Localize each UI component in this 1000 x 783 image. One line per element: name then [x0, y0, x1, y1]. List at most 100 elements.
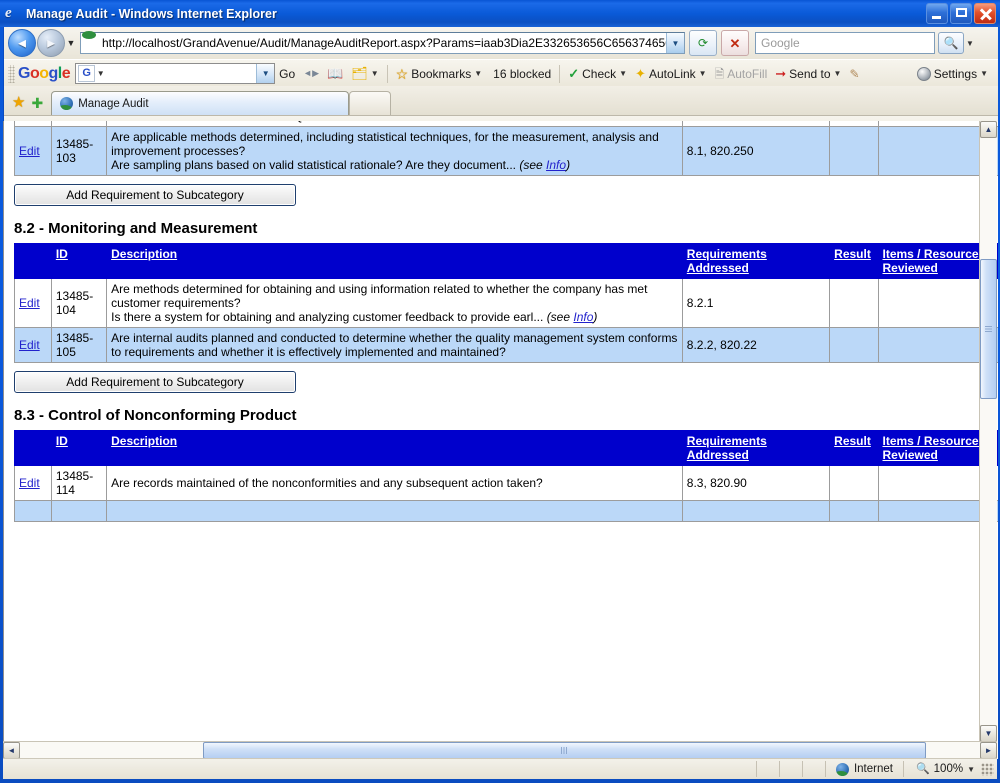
new-tab-button[interactable]: [349, 91, 391, 115]
toolbar-grip[interactable]: [8, 65, 15, 83]
zoom-control[interactable]: 🔍 100% ▼: [904, 763, 981, 775]
url-dropdown-button[interactable]: ▼: [666, 33, 684, 53]
column-header-id[interactable]: ID: [51, 431, 106, 466]
google-go-button[interactable]: Go: [275, 63, 299, 84]
tab-manage-audit[interactable]: Manage Audit: [51, 91, 349, 115]
google-bookmarks-star-icon[interactable]: 📖: [323, 63, 347, 84]
vertical-scrollbar-thumb[interactable]: [980, 259, 997, 399]
scroll-left-button[interactable]: ◄: [3, 742, 20, 759]
google-settings-button[interactable]: Settings ▼: [913, 63, 992, 84]
table-row: Edit 13485-114 Are records maintained of…: [15, 466, 999, 501]
search-input[interactable]: Google: [755, 32, 935, 54]
see-info-note: (see Info): [547, 310, 598, 324]
add-requirement-button[interactable]: Add Requirement to Subcategory: [14, 371, 296, 393]
highlighter-icon: ✎: [849, 68, 859, 80]
url-text[interactable]: http://localhost/GrandAvenue/Audit/Manag…: [102, 36, 666, 50]
vertical-scrollbar[interactable]: ▲ ▼: [979, 121, 997, 742]
recent-pages-caret-icon[interactable]: ▼: [65, 38, 77, 48]
search-button[interactable]: 🔍: [938, 32, 964, 54]
google-share-icon[interactable]: 🗂 ▼: [347, 63, 382, 84]
tab-bar: ★ ✚ Manage Audit: [4, 86, 998, 115]
column-header-description[interactable]: Description: [107, 431, 683, 466]
bookmarks-button[interactable]: ☆ Bookmarks ▼: [392, 63, 487, 84]
google-nav-arrows-icon[interactable]: ◄▶: [299, 63, 323, 84]
url-bar[interactable]: http://localhost/GrandAvenue/Audit/Manag…: [80, 32, 685, 54]
scroll-up-button[interactable]: ▲: [980, 121, 997, 138]
page-viewport: 8.1 - General ID Description Requirement…: [3, 121, 998, 759]
google-badge-caret-icon[interactable]: ▼: [95, 69, 106, 78]
spacer-cell: [682, 501, 829, 522]
description-cell: Are methods determined for obtaining and…: [107, 279, 683, 328]
scroll-right-button[interactable]: ►: [980, 742, 997, 759]
refresh-icon[interactable]: ⟳: [689, 30, 717, 56]
table-header-row: ID Description Requirements Addressed Re…: [15, 431, 999, 466]
highlighter-button[interactable]: ✎: [845, 63, 863, 84]
popup-blocker-button[interactable]: ⑒ 16 blocked: [486, 63, 555, 84]
search-options-caret-icon[interactable]: ▼: [964, 39, 976, 48]
wand-icon: ✦: [635, 67, 646, 80]
edit-link[interactable]: Edit: [19, 296, 40, 310]
add-favorite-icon[interactable]: ✚: [31, 96, 43, 110]
add-requirement-button[interactable]: Add Requirement to Subcategory: [14, 184, 296, 206]
edit-link[interactable]: Edit: [19, 338, 40, 352]
autofill-button[interactable]: 🗎 AutoFill: [711, 63, 772, 84]
stop-icon[interactable]: ✕: [721, 30, 749, 56]
column-header-requirements[interactable]: Requirements Addressed: [682, 244, 829, 279]
scroll-down-button[interactable]: ▼: [980, 725, 997, 742]
favorites-star-icon[interactable]: ★: [12, 95, 25, 110]
vertical-scrollbar-track[interactable]: [980, 138, 997, 725]
description-cell: Are applicable methods determined, inclu…: [107, 127, 683, 176]
edit-cell[interactable]: Edit: [15, 279, 52, 328]
column-header-description[interactable]: Description: [107, 244, 683, 279]
status-divider: [756, 761, 757, 777]
edit-link[interactable]: Edit: [19, 144, 40, 158]
back-arrow-icon: ◄: [16, 37, 29, 50]
table-row: Edit 13485-103 Are applicable methods de…: [15, 127, 999, 176]
spellcheck-button[interactable]: ✓ Check ▼: [564, 63, 631, 84]
resize-grip[interactable]: [981, 763, 994, 776]
toolbar-divider: [559, 65, 560, 83]
description-cell: Are records maintained of the nonconform…: [107, 466, 683, 501]
edit-link[interactable]: Edit: [19, 476, 40, 490]
edit-cell[interactable]: Edit: [15, 466, 52, 501]
status-bar: Internet 🔍 100% ▼: [3, 758, 997, 779]
column-header-blank: [15, 431, 52, 466]
column-header-result[interactable]: Result: [830, 431, 878, 466]
edit-cell[interactable]: Edit: [15, 328, 52, 363]
star-icon: ☆: [396, 67, 409, 81]
spellcheck-icon: ✓: [568, 67, 579, 80]
table-row: Edit 13485-105 Are internal audits plann…: [15, 328, 999, 363]
autolink-button[interactable]: ✦ AutoLink ▼: [631, 63, 711, 84]
send-to-button[interactable]: ➞ Send to ▼: [771, 63, 845, 84]
column-header-result[interactable]: Result: [830, 244, 878, 279]
favorites-buttons: ★ ✚: [4, 95, 51, 115]
result-cell: [830, 127, 878, 176]
column-header-id[interactable]: ID: [51, 244, 106, 279]
column-header-requirements[interactable]: Requirements Addressed: [682, 431, 829, 466]
forward-button[interactable]: ►: [37, 29, 65, 57]
zoom-caret-icon[interactable]: ▼: [967, 765, 975, 774]
horizontal-scrollbar[interactable]: ◄ ►: [3, 741, 997, 759]
google-search-dropdown-button[interactable]: ▼: [256, 64, 274, 83]
minimize-button[interactable]: [926, 3, 948, 24]
page-icon: [60, 97, 73, 110]
result-cell: [830, 328, 878, 363]
table-row: Edit 13485-104 Are methods determined fo…: [15, 279, 999, 328]
title-bar: e Manage Audit - Windows Internet Explor…: [0, 0, 1000, 27]
google-search-input[interactable]: G ▼ ▼: [75, 63, 275, 84]
google-badge-icon: G: [78, 65, 95, 82]
requirements-table: ID Description Requirements Addressed Re…: [14, 243, 998, 363]
back-button[interactable]: ◄: [8, 29, 36, 57]
spacer-cell: [51, 501, 106, 522]
google-logo: Google: [18, 65, 70, 83]
maximize-button[interactable]: [950, 3, 972, 24]
info-link[interactable]: Info: [573, 310, 593, 324]
edit-cell[interactable]: Edit: [15, 127, 52, 176]
id-cell: 13485-105: [51, 328, 106, 363]
security-zone[interactable]: Internet: [826, 763, 903, 776]
horizontal-scrollbar-thumb[interactable]: [203, 742, 926, 759]
audit-report-document: 8.1 - General ID Description Requirement…: [4, 121, 979, 522]
info-link[interactable]: Info: [546, 158, 566, 172]
column-header-blank: [15, 244, 52, 279]
close-button[interactable]: [974, 3, 996, 24]
